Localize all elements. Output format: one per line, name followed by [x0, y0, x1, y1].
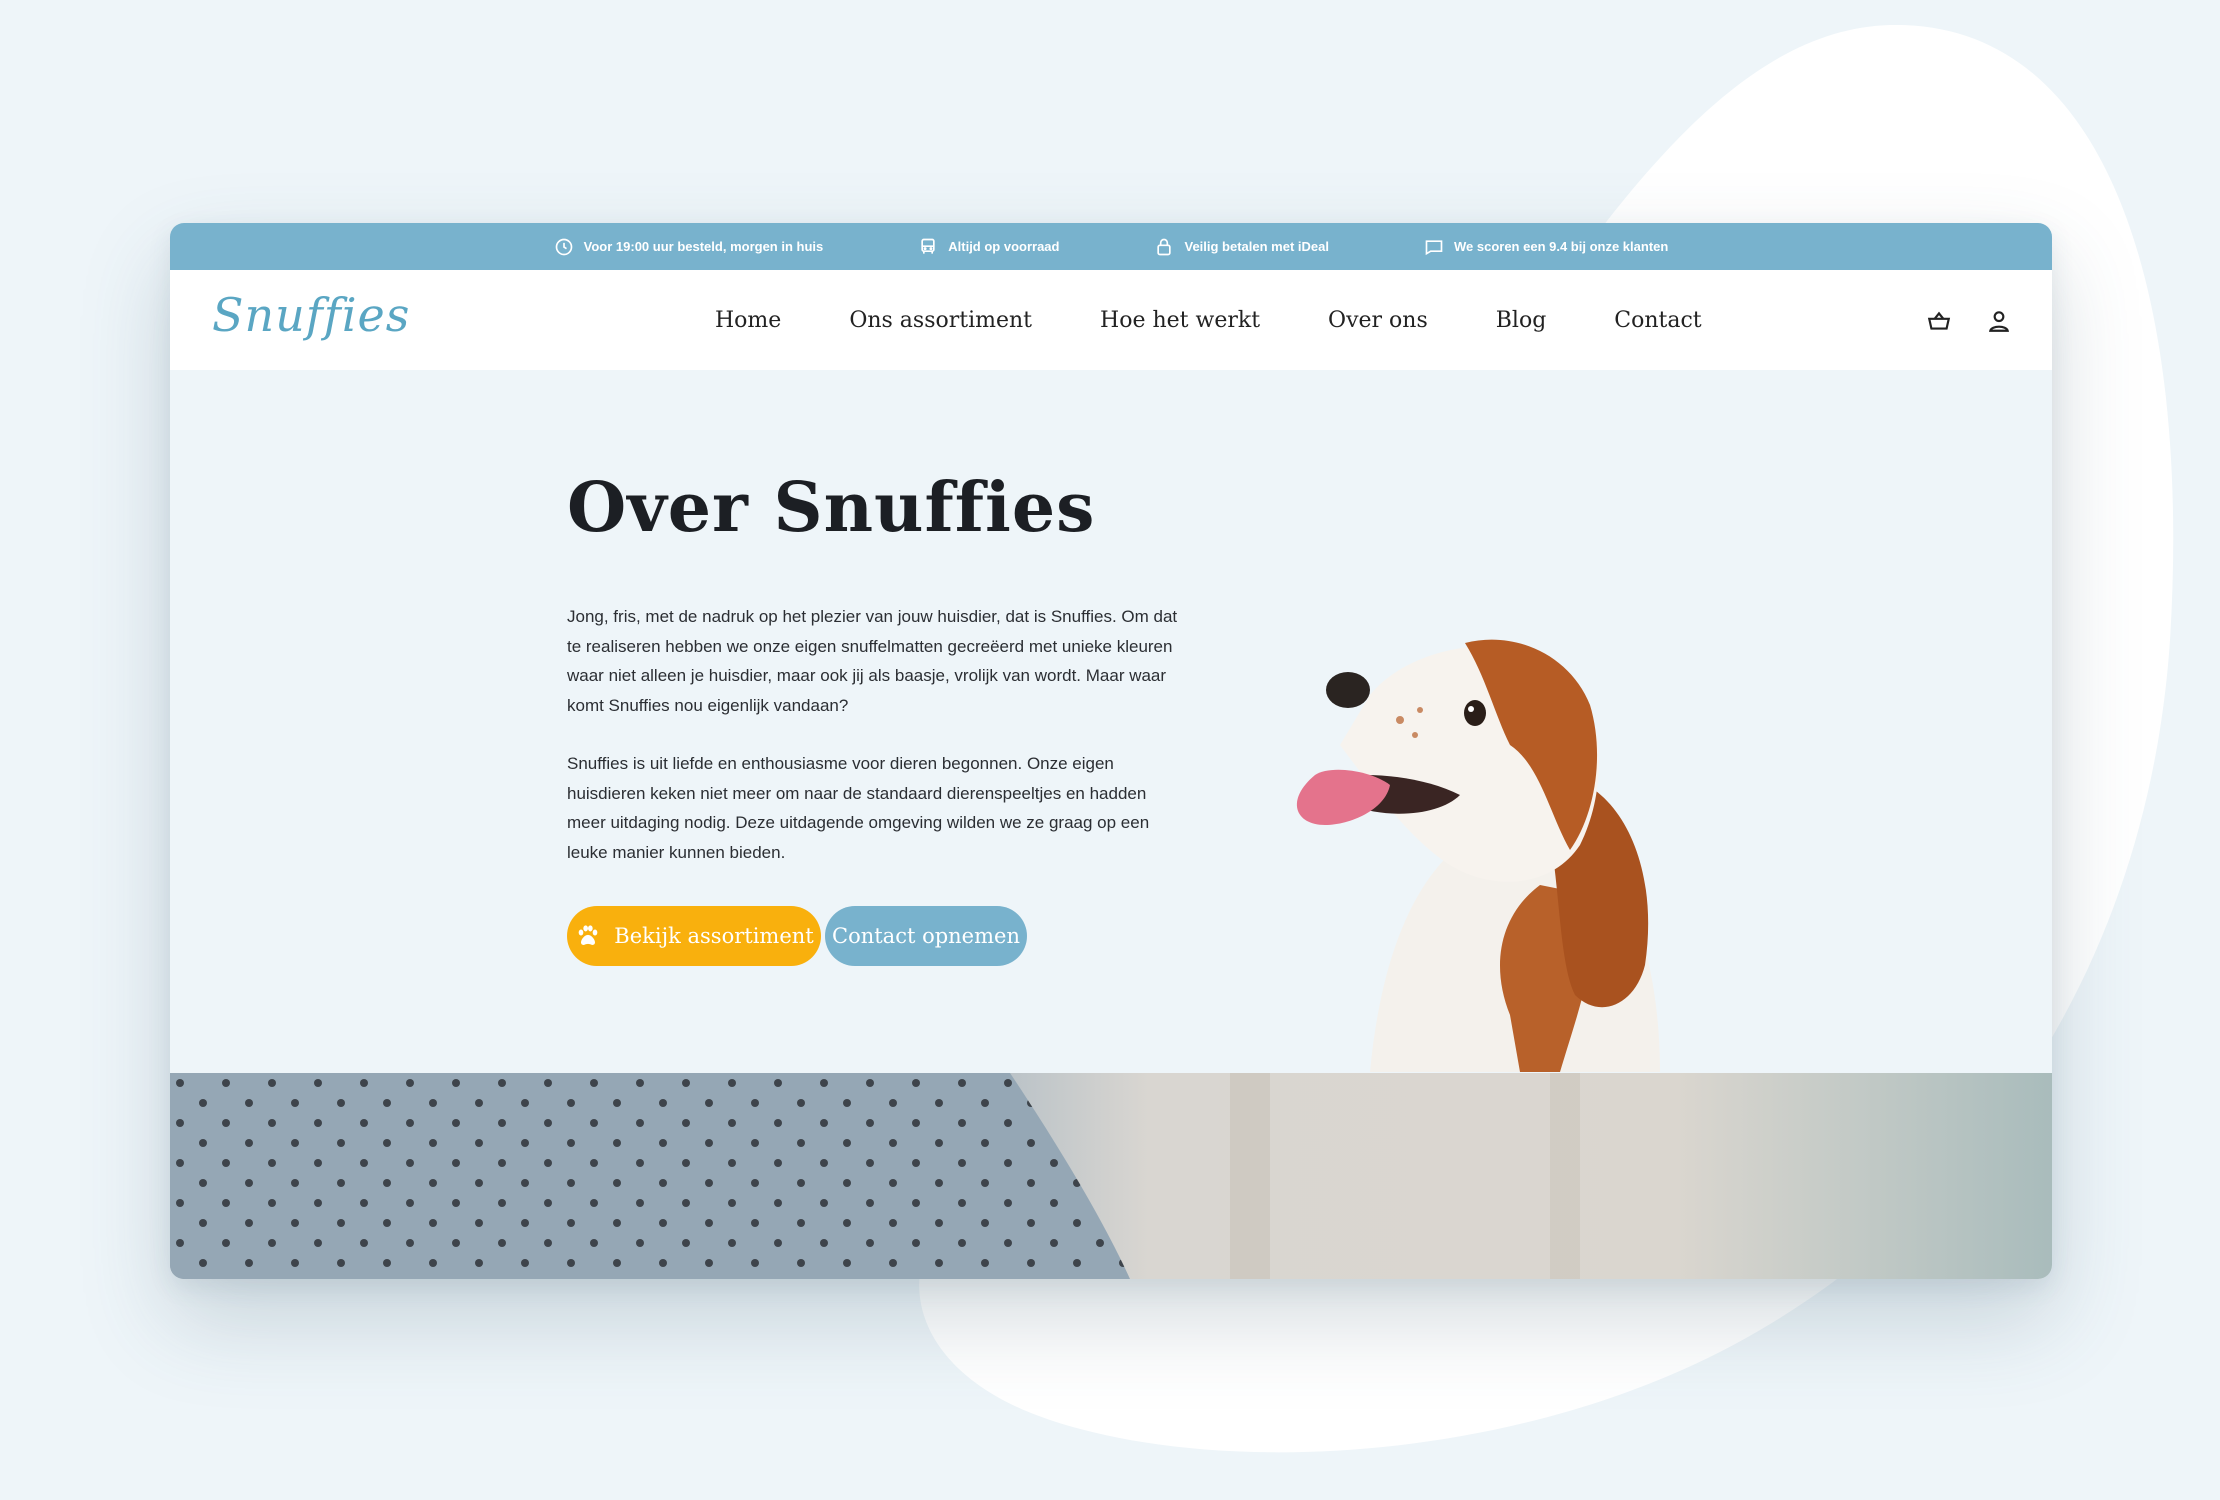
intro-paragraph: Jong, fris, met de nadruk op het plezier…: [567, 607, 1178, 715]
usp-delivery: Voor 19:00 uur besteld, morgen in huis: [554, 237, 824, 257]
usp-payment: Veilig betalen met iDeal: [1154, 237, 1329, 257]
view-assortment-button[interactable]: Bekijk assortiment: [567, 906, 821, 966]
truck-icon: [921, 238, 935, 254]
story-paragraph: Snuffies is uit liefde en enthousiasme v…: [567, 754, 1150, 862]
menu-item-assortiment[interactable]: Ons assortiment: [849, 308, 1032, 333]
user-icon[interactable]: [1986, 308, 2012, 334]
contact-button[interactable]: Contact opnemen: [825, 906, 1027, 966]
menu-item-over-ons[interactable]: Over ons: [1328, 308, 1428, 333]
clock-icon: [555, 238, 572, 255]
usp-text: Veilig betalen met iDeal: [1184, 239, 1329, 254]
main-menu: Home Ons assortiment Hoe het werkt Over …: [715, 270, 1770, 370]
usp-rating: We scoren een 9.4 bij onze klanten: [1424, 237, 1668, 257]
menu-item-blog[interactable]: Blog: [1496, 308, 1547, 333]
snuffle-mat-banner: [170, 1073, 2052, 1279]
page-title: Over Snuffies: [567, 468, 1096, 548]
usp-text: We scoren een 9.4 bij onze klanten: [1453, 239, 1669, 254]
menu-item-hoe-het-werkt[interactable]: Hoe het werkt: [1100, 308, 1260, 333]
view-assortment-label: Bekijk assortiment: [614, 924, 814, 948]
usp-text: Voor 19:00 uur besteld, morgen in huis: [583, 239, 824, 254]
browser-window: Voor 19:00 uur besteld, morgen in huis A…: [170, 223, 2052, 1279]
main-header: Snuffies Home Ons assortiment Hoe het we…: [170, 270, 2052, 370]
lock-icon: [1157, 238, 1172, 255]
logo[interactable]: Snuffies: [212, 288, 410, 342]
contact-button-label: Contact opnemen: [832, 924, 1020, 948]
paw-icon: [578, 925, 598, 945]
dog-image: [1296, 639, 1660, 1072]
basket-icon[interactable]: [1926, 308, 1952, 334]
chat-icon: [1425, 239, 1443, 255]
hero-section: Over Snuffies Jong, fris, met de nadruk …: [170, 370, 2052, 1072]
usp-stock: Altijd op voorraad: [918, 237, 1059, 257]
header-actions: [1926, 308, 2012, 334]
menu-item-home[interactable]: Home: [715, 308, 781, 333]
usp-text: Altijd op voorraad: [948, 239, 1060, 254]
menu-item-contact[interactable]: Contact: [1614, 308, 1701, 333]
usp-bar: Voor 19:00 uur besteld, morgen in huis A…: [170, 223, 2052, 270]
